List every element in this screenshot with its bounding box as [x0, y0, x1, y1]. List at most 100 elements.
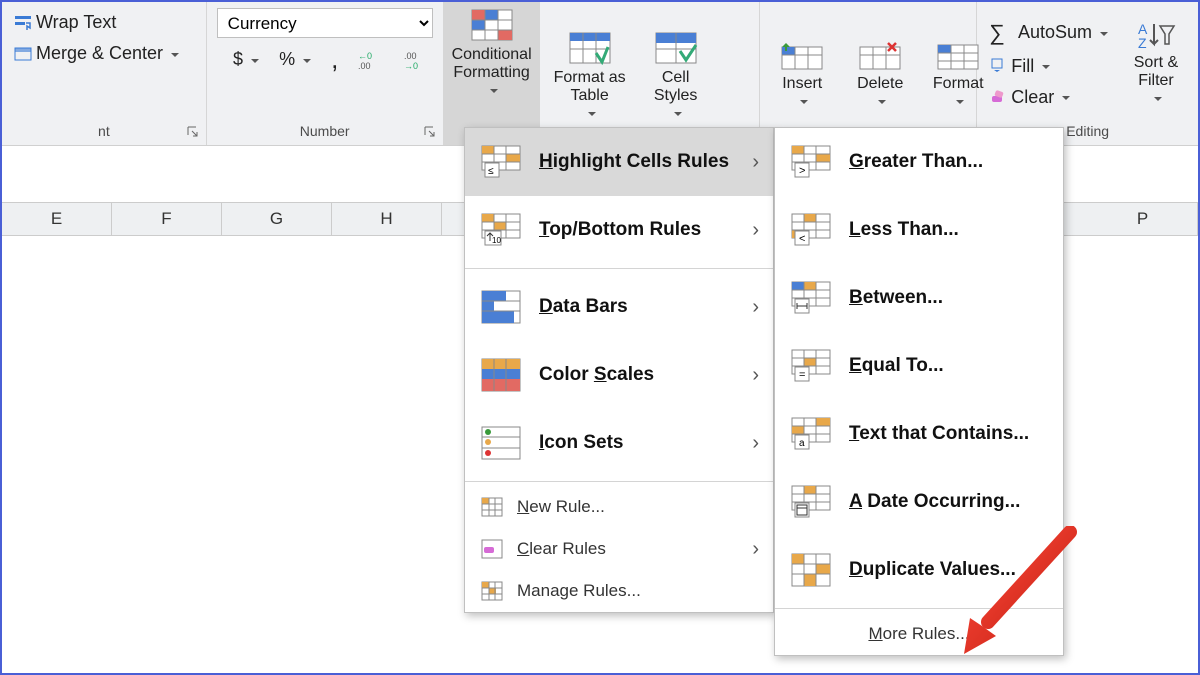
format-as-table-button[interactable]: Format asTable — [546, 25, 634, 123]
svg-text:10: 10 — [492, 236, 501, 245]
duplicate-values-icon — [791, 553, 831, 587]
cf-label-1: Conditional — [452, 46, 532, 63]
format-cells-icon — [936, 41, 980, 71]
percent-format-button[interactable]: % — [273, 45, 317, 74]
greater-than-item[interactable]: > Greater Than... — [775, 128, 1063, 196]
equal-to-icon: = — [791, 349, 831, 383]
fill-down-icon — [989, 57, 1007, 75]
sortf-label-2: Filter — [1138, 72, 1174, 89]
highlight-cells-rules-submenu: > Greater Than... < Less Than... Between… — [774, 127, 1064, 656]
manage-rules-item[interactable]: Manage Rules... — [465, 570, 773, 612]
svg-text:←0: ←0 — [358, 51, 372, 61]
new-rule-item[interactable]: New Rule... — [465, 486, 773, 528]
cf-label-2: Formatting — [453, 64, 529, 81]
alignment-group-label: nt — [8, 119, 200, 143]
insert-cells-icon — [780, 41, 824, 71]
svg-text:.00: .00 — [358, 61, 371, 70]
fill-button[interactable]: Fill — [983, 52, 1114, 81]
svg-text:<: < — [799, 233, 805, 245]
col-header[interactable]: H — [332, 203, 442, 235]
autosum-button[interactable]: ∑ AutoSum — [983, 16, 1114, 50]
wrap-text-icon — [14, 14, 32, 32]
cell-styles-icon — [654, 31, 698, 65]
color-scales-icon — [481, 358, 521, 392]
col-header[interactable]: G — [222, 203, 332, 235]
svg-text:.00: .00 — [404, 51, 417, 61]
fill-label: Fill — [1011, 56, 1034, 77]
clear-rules-item[interactable]: Clear Rules › — [465, 528, 773, 570]
svg-text:→0: →0 — [404, 61, 418, 70]
conditional-formatting-button[interactable]: ConditionalFormatting — [444, 2, 540, 145]
increase-decimal-button[interactable]: ←0.00 — [352, 46, 390, 74]
col-header[interactable]: F — [112, 203, 222, 235]
svg-text:a: a — [799, 438, 805, 449]
col-header[interactable]: E — [2, 203, 112, 235]
between-item[interactable]: Between... — [775, 264, 1063, 332]
greater-than-icon: > — [791, 145, 831, 179]
format-label: Format — [933, 75, 984, 93]
fat-label-2: Table — [571, 87, 609, 104]
merge-center-label: Merge & Center — [36, 43, 163, 64]
delete-label: Delete — [857, 75, 903, 93]
duplicate-values-item[interactable]: Duplicate Values... — [775, 536, 1063, 604]
data-bars-icon — [481, 290, 521, 324]
clear-label: Clear — [1011, 87, 1054, 108]
clear-rules-icon — [481, 539, 503, 559]
date-occurring-item[interactable]: A Date Occurring... — [775, 468, 1063, 536]
increase-decimal-icon: ←0.00 — [358, 50, 384, 70]
svg-text:>: > — [799, 165, 805, 177]
sort-filter-icon: AZ — [1136, 20, 1176, 50]
accounting-format-button[interactable]: $ — [227, 45, 265, 74]
top-bottom-icon: 10 — [481, 213, 521, 247]
merge-center-button[interactable]: Merge & Center — [8, 39, 185, 68]
highlight-cells-icon: ≤ — [481, 145, 521, 179]
delete-cells-button[interactable]: Delete — [844, 35, 916, 111]
comma-format-button[interactable]: , — [325, 40, 344, 79]
insert-cells-button[interactable]: Insert — [766, 35, 838, 111]
eraser-icon — [989, 88, 1007, 106]
number-group-label: Number — [213, 119, 437, 143]
sortf-label-1: Sort & — [1134, 54, 1178, 71]
highlight-cells-rules-item[interactable]: ≤ Highlight Cells Rules › — [465, 128, 773, 196]
delete-cells-icon — [858, 41, 902, 71]
number-format-select[interactable]: Currency — [217, 8, 433, 38]
cs-label-2: Styles — [654, 87, 698, 104]
col-header[interactable]: P — [1088, 203, 1198, 235]
wrap-text-label: Wrap Text — [36, 12, 116, 33]
number-dialog-launcher-icon[interactable] — [423, 125, 437, 139]
more-rules-item[interactable]: More Rules... — [775, 613, 1063, 655]
cs-label-1: Cell — [662, 69, 690, 86]
clear-button[interactable]: Clear — [983, 83, 1114, 112]
decrease-decimal-button[interactable]: .00→0 — [398, 46, 436, 74]
conditional-formatting-icon — [470, 8, 514, 42]
insert-label: Insert — [782, 75, 822, 93]
less-than-item[interactable]: < Less Than... — [775, 196, 1063, 264]
icon-sets-item[interactable]: Icon Sets › — [465, 409, 773, 477]
autosum-label: AutoSum — [1018, 22, 1092, 43]
conditional-formatting-menu: ≤ Highlight Cells Rules › 10 Top/Bottom … — [464, 127, 774, 613]
equal-to-item[interactable]: = Equal To... — [775, 332, 1063, 400]
manage-rules-icon — [481, 581, 503, 601]
number-format-buttons: $ % , ←0.00 .00→0 — [213, 40, 436, 79]
svg-text:=: = — [799, 369, 805, 381]
between-icon — [791, 281, 831, 315]
svg-text:≤: ≤ — [488, 166, 494, 177]
svg-text:Z: Z — [1138, 35, 1147, 50]
wrap-text-button[interactable]: Wrap Text — [8, 8, 122, 37]
format-as-table-icon — [568, 31, 612, 65]
decrease-decimal-icon: .00→0 — [404, 50, 430, 70]
sort-filter-button[interactable]: AZ Sort &Filter — [1120, 14, 1192, 108]
fat-label-1: Format as — [554, 69, 626, 86]
alignment-dialog-launcher-icon[interactable] — [186, 125, 200, 139]
date-occurring-icon — [791, 485, 831, 519]
data-bars-item[interactable]: Data Bars › — [465, 273, 773, 341]
ribbon: Wrap Text Merge & Center nt Currency $ %… — [2, 2, 1198, 146]
less-than-icon: < — [791, 213, 831, 247]
icon-sets-icon — [481, 426, 521, 460]
text-contains-item[interactable]: a Text that Contains... — [775, 400, 1063, 468]
text-contains-icon: a — [791, 417, 831, 451]
cell-styles-button[interactable]: CellStyles — [640, 25, 712, 123]
top-bottom-rules-item[interactable]: 10 Top/Bottom Rules › — [465, 196, 773, 264]
merge-center-icon — [14, 45, 32, 63]
color-scales-item[interactable]: Color Scales › — [465, 341, 773, 409]
